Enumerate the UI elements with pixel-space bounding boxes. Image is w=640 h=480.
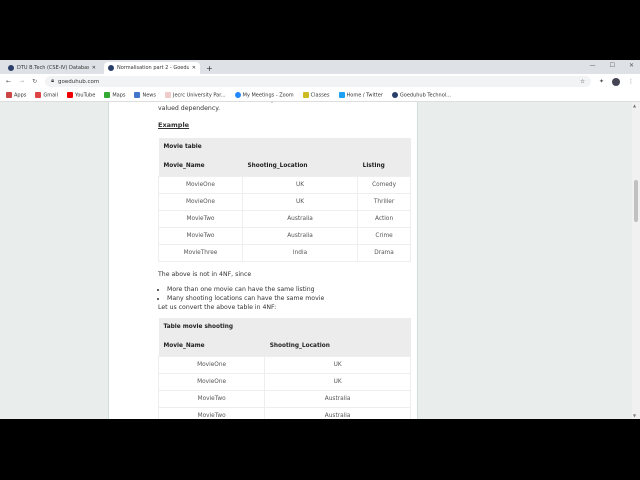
article-column: If all these conditions are true for any… <box>108 102 418 419</box>
scrollbar[interactable]: ▲ ▼ <box>632 102 640 419</box>
toolbar: ← → ↻ 🔒︎ goeduhub.com ☆ ✦ ⋮ <box>0 74 640 89</box>
article-content: If all these conditions are true for any… <box>157 102 411 419</box>
jecrc-icon <box>165 91 171 98</box>
scroll-up-icon[interactable]: ▲ <box>633 103 636 108</box>
browser-chrome: DTU B.Tech (CSE-IV) Database M✕ Normalis… <box>0 60 640 102</box>
youtube-icon <box>66 91 73 98</box>
column-header: Movie_Name <box>158 157 243 177</box>
menu-icon[interactable]: ⋮ <box>628 78 634 85</box>
close-tab-icon[interactable]: ✕ <box>92 65 96 71</box>
forward-icon[interactable]: → <box>19 78 24 85</box>
gmail-icon <box>35 91 42 98</box>
table-row: MovieOne UK <box>157 373 411 391</box>
profile-avatar[interactable] <box>612 77 620 86</box>
bookmark-gmail[interactable]: Gmail <box>35 91 58 98</box>
bookmarks-bar: Apps Gmail YouTube Maps News Jecrc Unive… <box>0 89 640 102</box>
favicon-icon <box>8 65 14 71</box>
reasons-list: More than one movie can have the same li… <box>167 285 411 303</box>
table-row: MovieTwo Australia Action <box>158 210 411 228</box>
table-row: MovieTwo Australia <box>157 390 411 408</box>
bookmark-jecrc[interactable]: Jecrc University Par... <box>165 91 226 98</box>
minimize-icon[interactable]: — <box>590 62 596 69</box>
scroll-down-icon[interactable]: ▼ <box>633 413 636 418</box>
table-caption: Movie table <box>158 138 411 157</box>
lock-icon: 🔒︎ <box>51 78 55 84</box>
table-row: MovieThree India Drama <box>158 244 411 262</box>
close-window-icon[interactable]: ✕ <box>629 62 634 69</box>
scrollbar-thumb[interactable] <box>634 180 638 222</box>
reload-icon[interactable]: ↻ <box>32 78 37 85</box>
classroom-icon <box>302 91 309 98</box>
bookmark-goeduhub[interactable]: Goeduhub Technol... <box>391 91 451 98</box>
convert-text: Let us convert the above table in 4NF: <box>158 304 277 311</box>
intro-text: If all these conditions are true for any… <box>158 102 396 112</box>
new-tab-button[interactable]: + <box>206 64 213 73</box>
not-4nf-text: The above is not in 4NF, since <box>158 271 252 278</box>
bookmark-news[interactable]: News <box>134 91 156 98</box>
maximize-icon[interactable]: ☐ <box>610 62 615 69</box>
bookmark-classes[interactable]: Classes <box>302 91 330 98</box>
table-row: MovieOne UK <box>157 356 411 374</box>
table-row: MovieTwo Australia Crime <box>158 227 411 245</box>
back-icon[interactable]: ← <box>6 78 11 85</box>
zoom-icon <box>234 91 241 98</box>
column-header: Shooting_Location <box>264 337 411 357</box>
tab-dtu[interactable]: DTU B.Tech (CSE-IV) Database M✕ <box>4 62 100 74</box>
tab-bar: DTU B.Tech (CSE-IV) Database M✕ Normalis… <box>0 60 640 74</box>
column-header: Shooting_Location <box>242 157 358 177</box>
list-item: More than one movie can have the same li… <box>167 285 411 294</box>
bookmark-apps[interactable]: Apps <box>6 91 26 98</box>
table-row: MovieTwo Australia <box>157 407 411 419</box>
example-heading: Example <box>158 121 190 129</box>
table-row: MovieOne UK Thriller <box>158 193 411 211</box>
table-caption: Table movie shooting <box>158 318 411 337</box>
bookmark-youtube[interactable]: YouTube <box>66 91 95 98</box>
maps-icon <box>104 91 111 98</box>
column-header: Movie_Name <box>158 337 265 357</box>
movie-table: Movie table Movie_Name Shooting_Location L… <box>158 138 411 262</box>
apps-icon <box>6 91 12 98</box>
movie-shooting-table: Table movie shooting Movie_Name Shooting_… <box>157 318 411 419</box>
favicon-icon <box>108 65 114 71</box>
list-item: Many shooting locations can have the sam… <box>167 294 411 303</box>
twitter-icon <box>338 91 345 98</box>
extensions-icon[interactable]: ✦ <box>599 78 604 85</box>
column-header: Listing <box>357 157 411 177</box>
close-tab-icon[interactable]: ✕ <box>192 65 196 71</box>
address-bar[interactable]: 🔒︎ goeduhub.com ☆ <box>45 76 591 87</box>
page-viewport: If all these conditions are true for any… <box>0 102 640 419</box>
bookmark-twitter[interactable]: Home / Twitter <box>338 91 383 98</box>
bookmark-zoom[interactable]: My Meetings - Zoom <box>234 91 294 98</box>
tab-normalisation[interactable]: Normalisation part 2 - Goeduhub✕ <box>104 62 200 74</box>
bookmark-maps[interactable]: Maps <box>104 91 125 98</box>
news-icon <box>134 91 141 98</box>
goeduhub-icon <box>391 91 398 98</box>
bookmark-star-icon[interactable]: ☆ <box>580 79 585 85</box>
table-row: MovieOne UK Comedy <box>158 176 411 194</box>
